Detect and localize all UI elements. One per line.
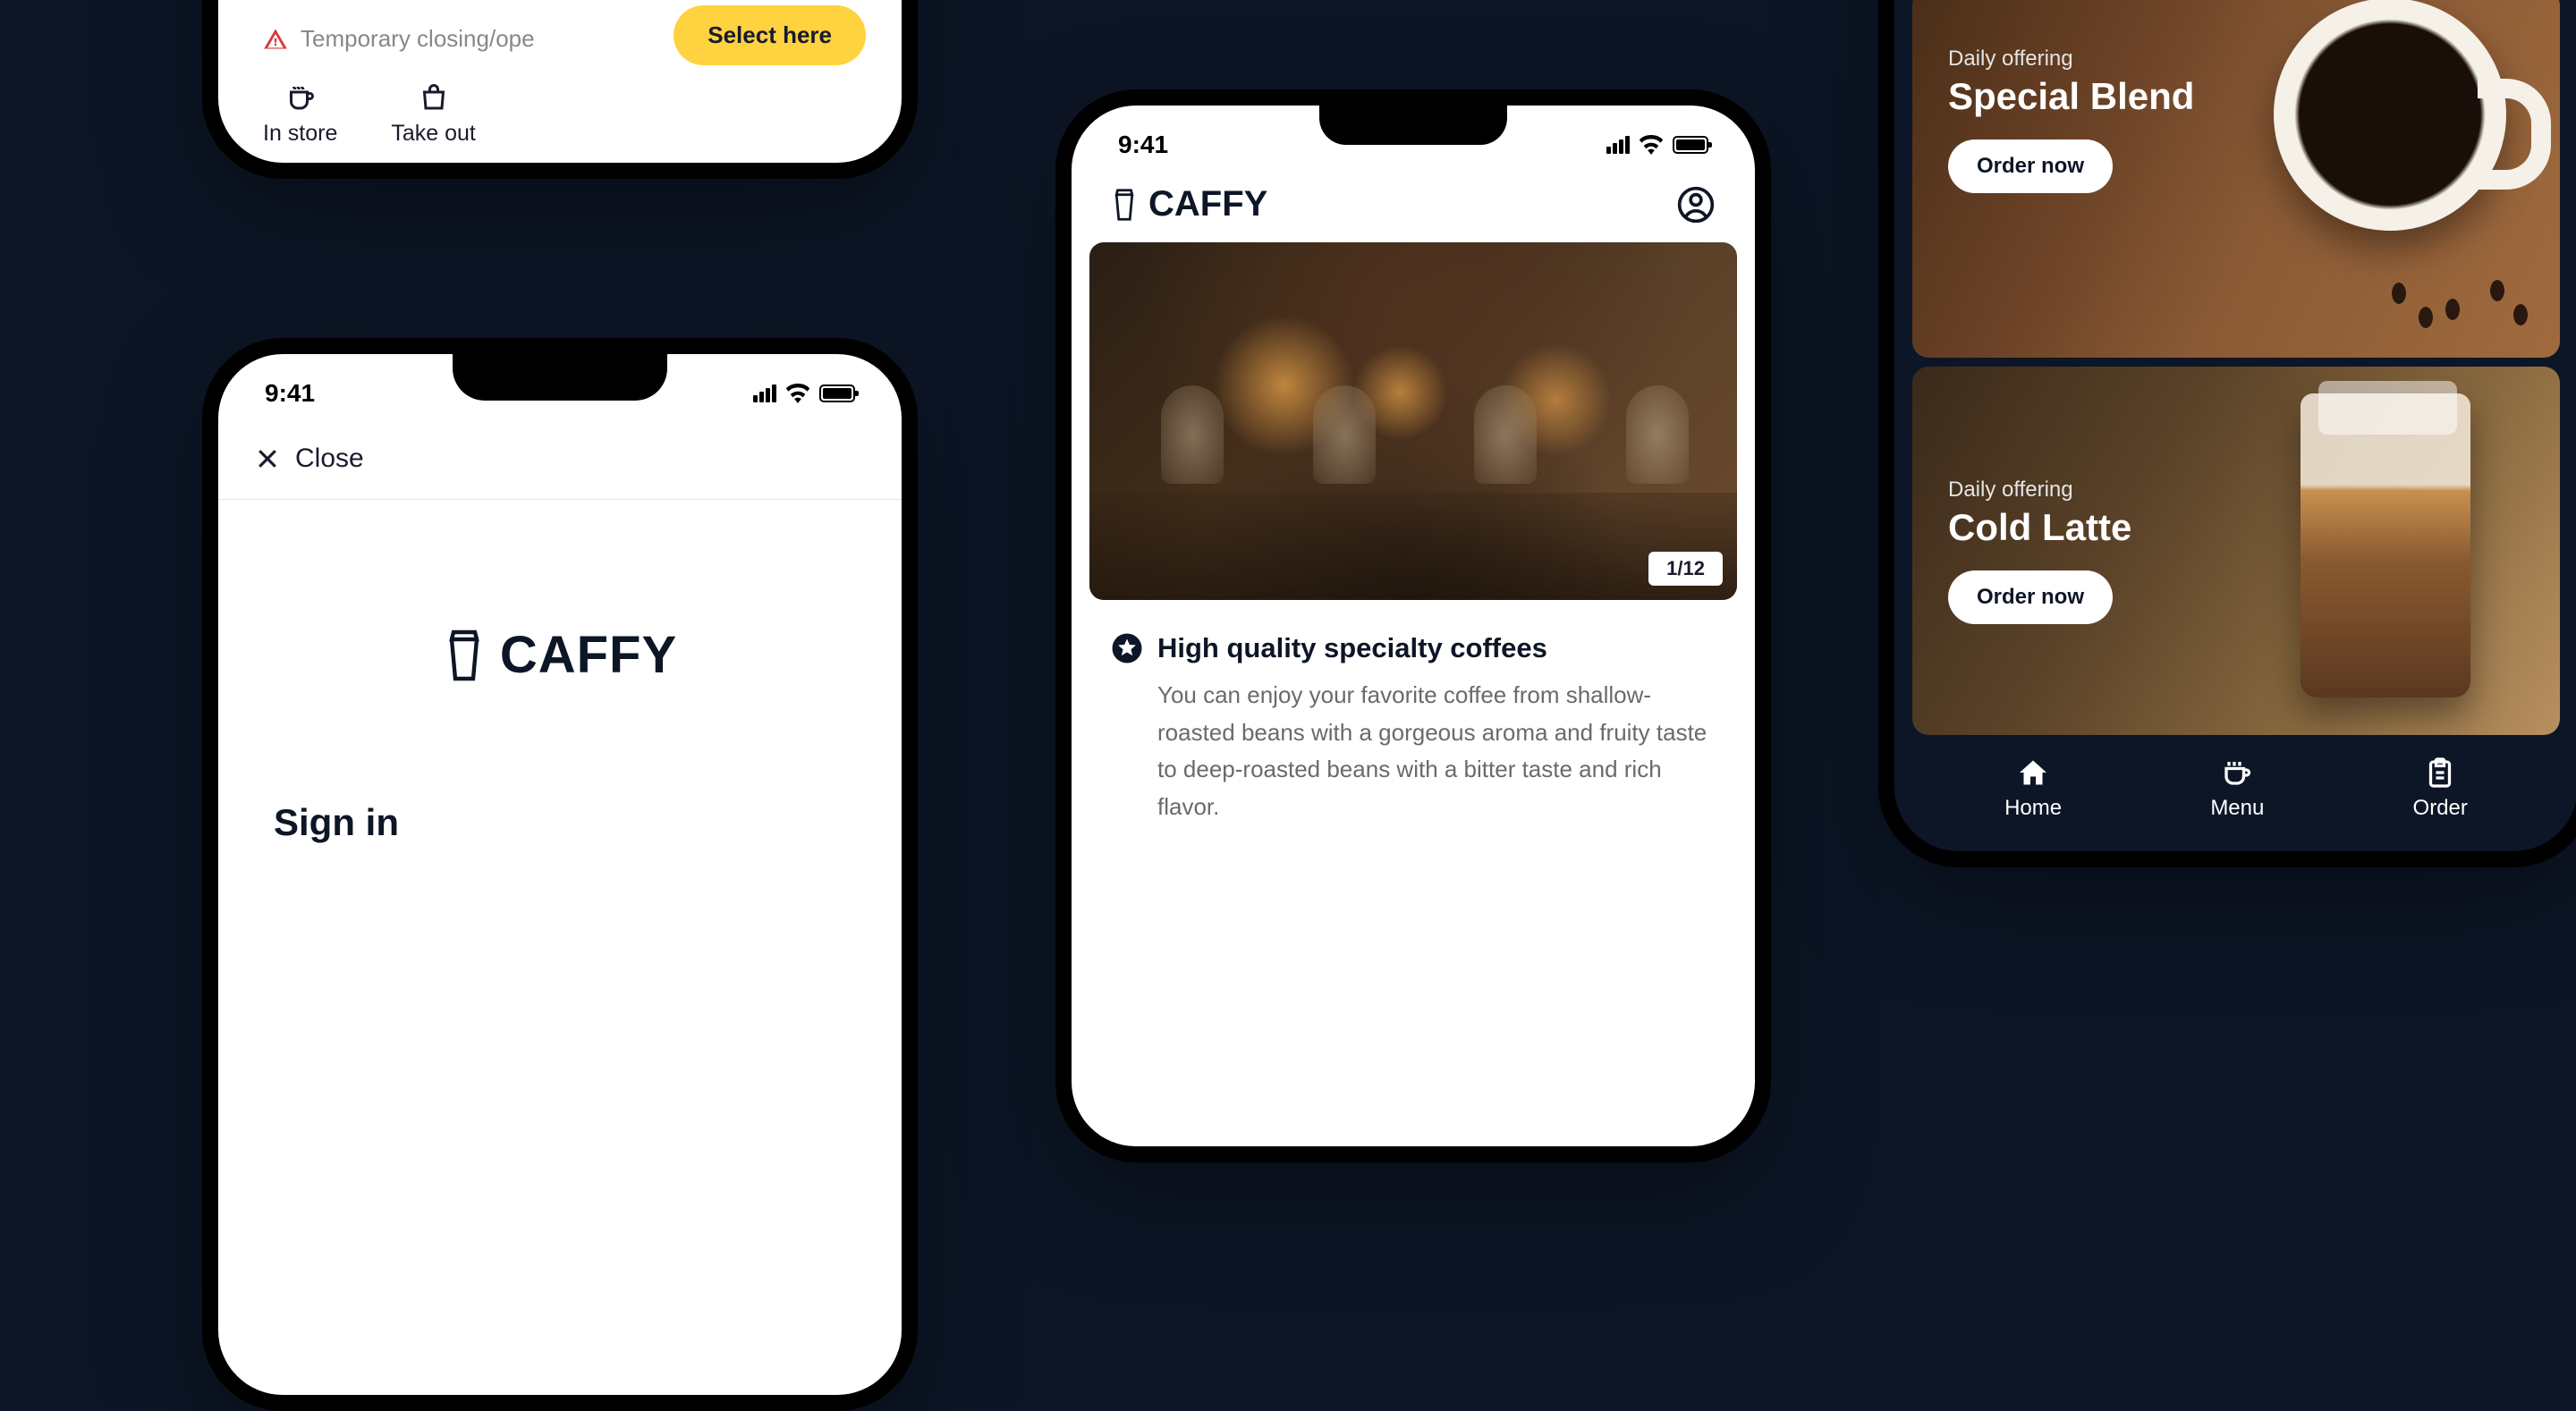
menu-cup-icon — [2221, 756, 2253, 789]
order-now-button[interactable]: Order now — [1948, 570, 2113, 624]
coffee-cup-image — [2274, 0, 2506, 231]
image-counter: 1/12 — [1648, 552, 1723, 586]
select-here-button[interactable]: Select here — [674, 5, 866, 65]
nav-label: Menu — [2210, 796, 2264, 821]
card-eyebrow: Daily offering — [1948, 46, 2194, 72]
close-label: Close — [295, 444, 364, 474]
app-header: CAFFY — [1072, 184, 1755, 242]
card-eyebrow: Daily offering — [1948, 477, 2131, 503]
body-text: You can enjoy your favorite coffee from … — [1072, 677, 1755, 825]
battery-icon — [819, 384, 855, 402]
offering-cards: Daily offering Special Blend Order now D… — [1894, 0, 2576, 735]
wifi-icon — [785, 384, 810, 403]
card-title: Special Blend — [1948, 75, 2194, 118]
warning-icon — [263, 27, 288, 52]
brand-name: CAFFY — [500, 625, 677, 685]
headline-text: High quality specialty coffees — [1157, 632, 1547, 664]
cellular-icon — [1606, 136, 1630, 154]
bag-icon — [418, 81, 450, 114]
card-special-blend[interactable]: Daily offering Special Blend Order now — [1912, 0, 2560, 358]
cellular-icon — [753, 384, 776, 402]
bottom-nav: Home Menu Order — [1894, 735, 2576, 851]
signin-heading: Sign in — [218, 685, 902, 844]
star-badge-icon — [1111, 632, 1143, 664]
brand-logo: CAFFY — [218, 500, 902, 685]
nav-order[interactable]: Order — [2413, 756, 2468, 821]
option-in-store[interactable]: In store — [263, 81, 337, 147]
nav-home[interactable]: Home — [2004, 756, 2062, 821]
cup-logo-icon — [1111, 188, 1138, 222]
option-label: In store — [263, 121, 337, 147]
profile-icon[interactable] — [1676, 185, 1716, 224]
card-title: Cold Latte — [1948, 506, 2131, 549]
option-take-out[interactable]: Take out — [391, 81, 476, 147]
wifi-icon — [1639, 135, 1664, 155]
status-icons — [1606, 135, 1708, 155]
card-cold-latte[interactable]: Daily offering Cold Latte Order now — [1912, 367, 2560, 735]
hero-image[interactable]: 1/12 — [1089, 242, 1737, 600]
nav-label: Order — [2413, 796, 2468, 821]
close-button[interactable]: Close — [218, 433, 902, 500]
option-label: Take out — [391, 121, 476, 147]
clipboard-icon — [2424, 756, 2456, 789]
coffee-beans-image — [2363, 277, 2542, 331]
status-time: 9:41 — [1118, 131, 1168, 159]
service-options: In store Take out — [218, 63, 902, 163]
close-icon — [254, 445, 281, 472]
headline-row: High quality specialty coffees — [1072, 600, 1755, 677]
battery-icon — [1673, 136, 1708, 154]
home-icon — [2017, 756, 2049, 789]
status-time: 9:41 — [265, 379, 315, 408]
nav-label: Home — [2004, 796, 2062, 821]
cup-icon — [284, 81, 317, 114]
nav-menu[interactable]: Menu — [2210, 756, 2264, 821]
iced-latte-image — [2301, 393, 2470, 697]
status-icons — [753, 384, 855, 403]
brand-name: CAFFY — [1148, 184, 1267, 224]
cup-logo-icon — [443, 629, 486, 682]
warning-text: Temporary closing/ope — [301, 25, 535, 53]
brand-logo[interactable]: CAFFY — [1111, 184, 1267, 224]
order-now-button[interactable]: Order now — [1948, 139, 2113, 193]
